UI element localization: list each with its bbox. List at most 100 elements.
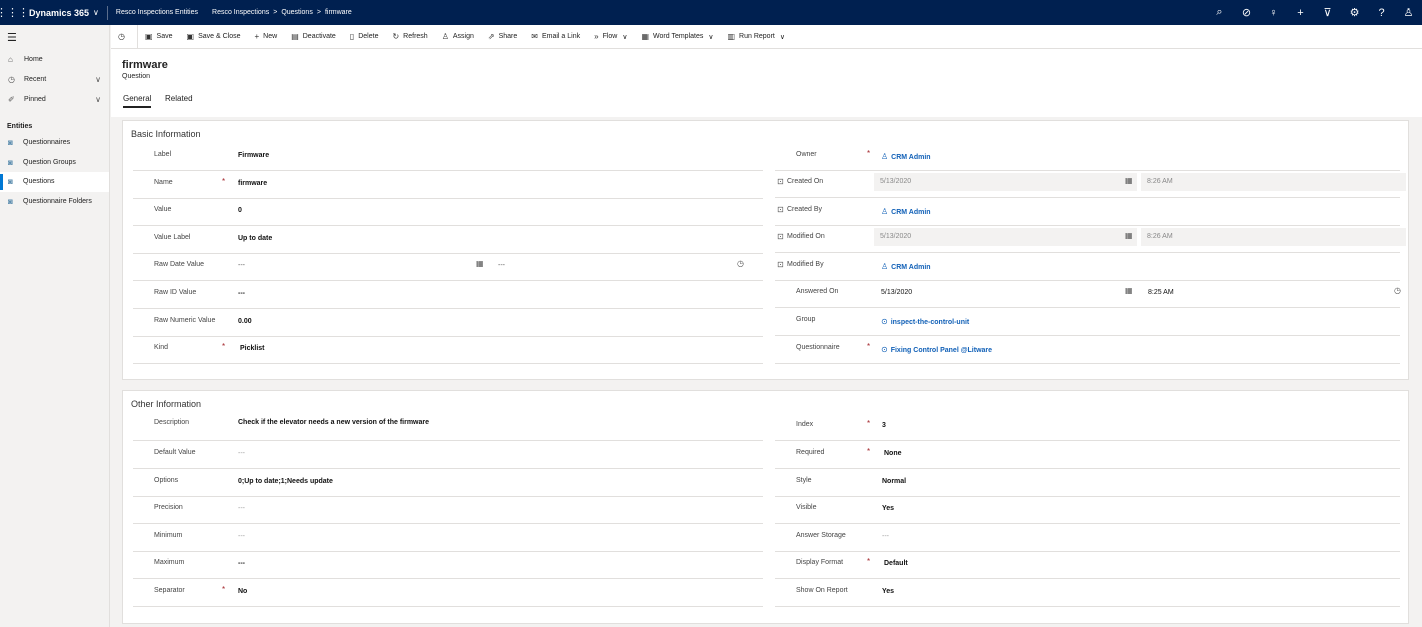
field-value[interactable]: Check if the elevator needs a new versio… [238,419,429,426]
chevron-down-icon[interactable]: ∨ [95,75,101,84]
field-value[interactable]: Yes [882,505,894,512]
sidebar-item-questionnaires[interactable]: ◙ Questionnaires [0,133,109,153]
date-input[interactable]: 5/13/2020 [881,289,912,296]
breadcrumb-item-area[interactable]: Resco Inspections [212,9,269,16]
email-link-button[interactable]: ✉ Email a Link [524,25,587,49]
field-created-by: ⊡ Created By ♙ CRM Admin [775,198,1400,226]
breadcrumb-item-entity[interactable]: Questions [281,9,313,16]
time-input[interactable]: 8:25 AM [1148,289,1174,296]
required-indicator: * [222,342,226,351]
field-label-text: Answer Storage [796,532,846,539]
field-value[interactable]: --- [882,533,889,540]
filter-icon[interactable]: ⊽ [1314,6,1341,19]
field-value[interactable]: Normal [882,478,906,485]
sidebar-item-recent[interactable]: ◷ Recent ∨ [0,69,109,89]
field-label-text: Created By [787,206,823,213]
sidebar-item-questionnaire-folders[interactable]: ◙ Questionnaire Folders [0,192,109,212]
field-separator: Separator * No [133,579,763,607]
tab-general[interactable]: General [123,94,152,108]
date-input[interactable]: --- [238,262,245,269]
owner-lookup[interactable]: ♙ CRM Admin [881,152,931,161]
hamburger-menu-icon[interactable]: ☰ [0,25,109,49]
field-label-text: Show On Report [796,587,848,594]
field-label-text: Separator [154,587,185,594]
search-icon[interactable]: ⌕ [1206,6,1233,19]
top-icon-group: ⌕ ⊘ ♀ + ⊽ ⚙ ? ♙ [1206,0,1422,25]
user-icon[interactable]: ♙ [1395,6,1422,19]
form-body: Basic Information Label Firmware Name * … [111,117,1422,627]
word-template-icon: ▦ [641,32,650,41]
word-templates-button[interactable]: ▦ Word Templates ∨ [634,25,720,49]
clock-icon[interactable]: ◷ [1394,286,1401,295]
field-value[interactable]: Yes [882,588,894,595]
entity-icon: ◙ [8,177,13,187]
date-field-disabled: 5/13/2020 [874,173,1137,191]
modified-by-lookup[interactable]: ♙ CRM Admin [881,262,931,271]
calendar-icon[interactable]: ▦ [476,259,484,268]
field-label-text: Label [154,151,172,158]
command-bar: ◷ ▣ Save ▣ Save & Close + New ▤ Deactivate ▯… [111,24,1422,49]
gear-icon[interactable]: ⚙ [1341,6,1368,19]
run-report-button[interactable]: ▥ Run Report ∨ [720,25,791,49]
help-icon[interactable]: ? [1368,7,1395,19]
field-options: Options 0;Up to date;1;Needs update [133,469,763,497]
sidebar-item-label: Pinned [24,95,46,103]
sidebar-item-pinned[interactable]: ✐ Pinned ∨ [0,89,109,109]
field-value[interactable]: Up to date [238,235,272,242]
app-launcher-icon[interactable]: ⋮⋮⋮ [0,0,29,25]
plus-icon[interactable]: + [1287,7,1314,19]
run-report-label: Run Report [739,33,775,40]
created-by-lookup[interactable]: ♙ CRM Admin [881,207,931,216]
required-indicator: * [867,557,871,566]
field-value[interactable]: None [884,450,902,457]
new-button[interactable]: + New [248,25,285,49]
chevron-down-icon[interactable]: ∨ [95,95,101,104]
time-field-disabled: 8:26 AM [1141,173,1406,191]
field-value[interactable]: firmware [238,180,267,187]
sidebar-item-questions[interactable]: ◙ Questions [0,172,109,192]
field-value[interactable]: Firmware [238,152,269,159]
field-label-text: Index [796,421,814,428]
questionnaire-lookup[interactable]: ⊙ Fixing Control Panel @Litware [881,345,992,354]
field-value[interactable]: --- [238,505,245,512]
task-flow-icon[interactable]: ⊘ [1233,6,1260,19]
share-button[interactable]: ⇗ Share [481,25,524,49]
field-answer-storage: Answer Storage --- [775,524,1400,552]
tab-related[interactable]: Related [165,94,193,103]
field-label-text: Description [154,419,190,426]
field-value[interactable]: --- [238,560,245,567]
field-value[interactable]: --- [238,450,245,457]
breadcrumb-entity[interactable]: Resco Inspections Entities [116,9,198,16]
required-indicator: * [222,177,226,186]
group-lookup[interactable]: ⊙ inspect-the-control-unit [881,317,969,326]
save-button[interactable]: ▣ Save [138,25,180,49]
field-value[interactable]: Picklist [240,345,265,352]
history-button[interactable]: ◷ [111,24,138,49]
field-value[interactable]: 0 [238,207,242,214]
field-value[interactable]: 3 [882,422,886,429]
refresh-button[interactable]: ↻ Refresh [385,25,434,49]
flow-button[interactable]: » Flow ∨ [587,25,634,49]
field-value[interactable]: Default [884,560,908,567]
field-style: Style Normal [775,469,1400,497]
app-name[interactable]: Dynamics 365 ∨ [25,8,99,18]
chevron-down-icon: ∨ [779,33,785,41]
lightbulb-icon[interactable]: ♀ [1260,7,1287,19]
field-value[interactable]: --- [238,533,245,540]
field-value[interactable]: 0.00 [238,318,252,325]
save-close-button[interactable]: ▣ Save & Close [180,25,248,49]
time-input[interactable]: --- [498,262,505,269]
flow-label: Flow [602,33,618,40]
field-value[interactable]: 0;Up to date;1;Needs update [238,478,333,485]
assign-button[interactable]: ♙ Assign [435,25,481,49]
assign-label: Assign [452,33,474,40]
delete-button[interactable]: ▯ Delete [343,25,386,49]
clock-icon[interactable]: ◷ [737,259,744,268]
sidebar-item-label: Questionnaire Folders [23,197,92,205]
calendar-icon[interactable]: ▦ [1125,286,1133,295]
sidebar-item-question-groups[interactable]: ◙ Question Groups [0,153,109,173]
field-value[interactable]: --- [238,290,245,297]
deactivate-button[interactable]: ▤ Deactivate [284,25,343,49]
sidebar-item-home[interactable]: ⌂ Home [0,49,109,69]
field-value[interactable]: No [238,588,247,595]
